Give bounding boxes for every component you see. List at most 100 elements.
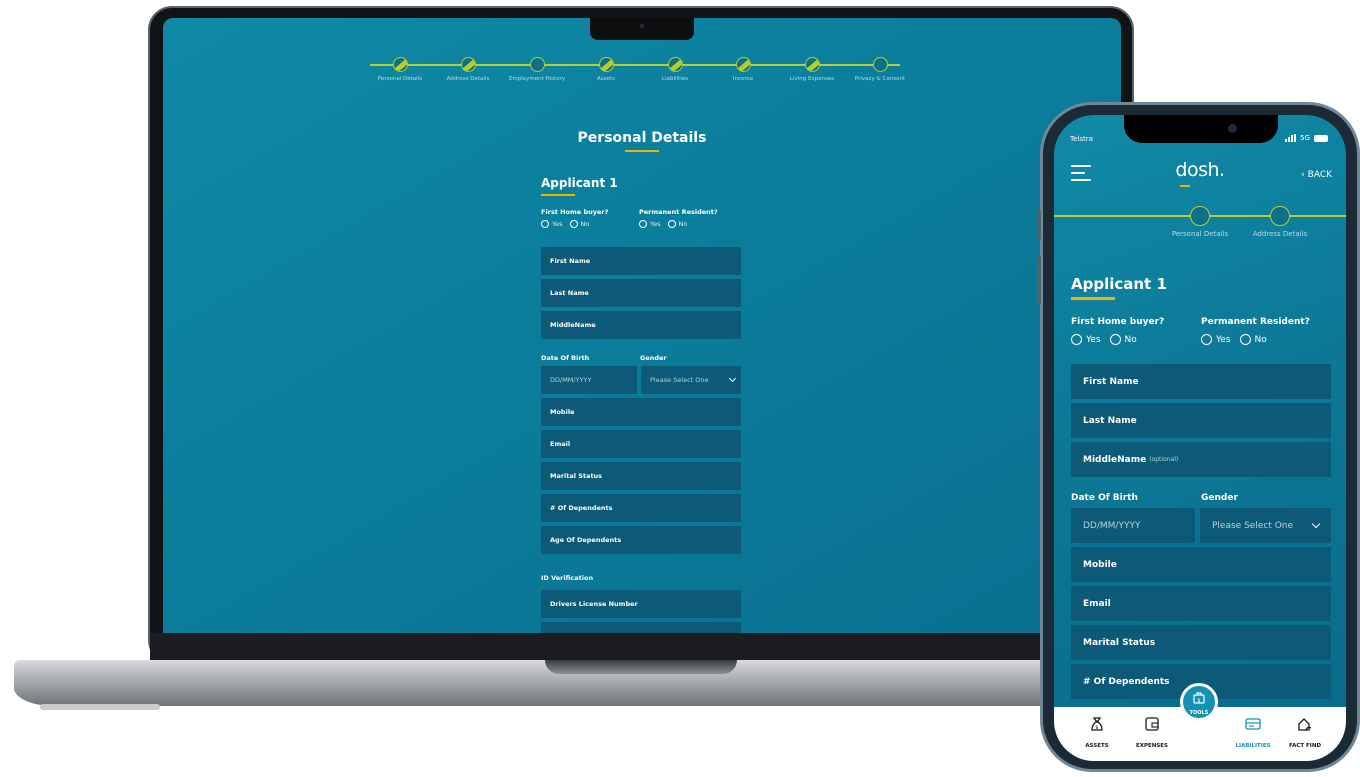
step-employment-history[interactable]: Employment History: [507, 57, 567, 83]
step-address-details[interactable]: Address Details: [438, 57, 498, 83]
title-underline: [625, 150, 659, 152]
radio-yes[interactable]: [541, 220, 549, 228]
laptop-notch: [590, 18, 694, 40]
dob-field[interactable]: DD/MM/YYYY: [1071, 508, 1195, 543]
personal-details-form: Applicant 1 First Home buyer? Yes No Per…: [541, 176, 741, 633]
first-name-field[interactable]: First Name: [541, 247, 741, 275]
progress-stepper: Personal Details Address Details Employm…: [370, 57, 905, 114]
permanent-resident-question: Permanent Resident? Yes No: [639, 208, 737, 228]
drivers-license-field[interactable]: Drivers License Number: [541, 590, 741, 618]
email-field[interactable]: Email: [541, 430, 741, 458]
last-name-field[interactable]: Last Name: [541, 279, 741, 307]
card-icon: [1245, 718, 1261, 730]
chevron-down-icon: [728, 374, 737, 383]
phone-screen: Telstra 5G dosh. ‹ BACK Personal Details…: [1054, 115, 1346, 761]
radio-no[interactable]: [569, 220, 578, 228]
step-assets[interactable]: Assets: [576, 57, 636, 83]
tab-liabilities[interactable]: LIABILITIES: [1223, 715, 1283, 749]
dob-label: Date Of Birth: [1071, 493, 1138, 503]
middle-name-field[interactable]: MiddleName (optional): [1071, 442, 1331, 477]
marital-status-field[interactable]: Marital Status: [1071, 625, 1331, 660]
battery-icon: [1314, 134, 1328, 142]
marital-status-field[interactable]: Marital Status: [541, 462, 741, 490]
applicant-heading: Applicant 1: [541, 176, 618, 190]
permanent-resident-options: Yes No: [1201, 334, 1267, 345]
step-living-expenses[interactable]: Living Expenses: [782, 57, 842, 83]
optional-hint: (optional): [1149, 456, 1179, 463]
network-type: 5G: [1300, 134, 1310, 142]
step-complete-icon: [460, 57, 476, 72]
tab-fact-find[interactable]: FACT FIND: [1275, 715, 1335, 749]
back-button[interactable]: ‹ BACK: [1301, 170, 1332, 180]
page-title: Personal Details: [577, 130, 707, 146]
dynamic-island: [1124, 115, 1278, 143]
carrier-name: Telstra: [1070, 135, 1093, 143]
svg-text:$: $: [1095, 725, 1098, 731]
camera-icon: [640, 24, 644, 28]
dob-label: Date Of Birth: [541, 354, 590, 362]
gender-label: Gender: [1201, 493, 1238, 503]
id-verification-heading: ID Verification: [541, 574, 594, 582]
radio-yes[interactable]: [639, 220, 647, 228]
step-pending-icon: [1270, 206, 1290, 226]
device-mockup-scene: Personal Details Address Details Employm…: [0, 0, 1360, 777]
first-name-field[interactable]: First Name: [1071, 364, 1331, 399]
laptop-screen: Personal Details Address Details Employm…: [163, 18, 1121, 633]
step-pending-icon: [872, 57, 888, 72]
step-personal-details[interactable]: Personal Details: [1165, 206, 1235, 239]
applicant-underline: [1071, 297, 1115, 300]
radio-yes[interactable]: [1201, 334, 1212, 345]
applicant-underline: [541, 194, 575, 196]
step-employment-history[interactable]: Em: [1324, 206, 1346, 239]
applicant-heading: Applicant 1: [1071, 275, 1167, 293]
status-icons: 5G: [1285, 134, 1328, 142]
phone-side-button: [1037, 210, 1041, 240]
laptop-opening-lip: [545, 660, 737, 674]
radio-no[interactable]: [1239, 334, 1251, 345]
money-bag-icon: $: [1091, 717, 1103, 731]
step-income[interactable]: Income: [713, 57, 773, 83]
step-privacy-consent[interactable]: Privacy & Consent: [850, 57, 910, 83]
radio-no[interactable]: [667, 220, 676, 228]
radio-yes[interactable]: [1071, 334, 1082, 345]
camera-icon: [1228, 124, 1237, 133]
tab-expenses[interactable]: EXPENSES: [1122, 715, 1182, 749]
chevron-down-icon: [1311, 519, 1321, 529]
mobile-field[interactable]: Mobile: [541, 398, 741, 426]
dob-field[interactable]: DD/MM/YYYY: [541, 366, 637, 394]
step-personal-details[interactable]: Personal Details: [370, 57, 430, 83]
svg-text:$: $: [1197, 698, 1200, 704]
radio-no[interactable]: [1109, 334, 1121, 345]
toolbox-icon: $: [1193, 692, 1205, 704]
gender-select[interactable]: Please Select One: [1200, 508, 1331, 543]
step-address-details[interactable]: Address Details: [1245, 206, 1315, 239]
tools-button[interactable]: $ TOOLS: [1180, 683, 1218, 721]
signal-icon: [1285, 134, 1297, 142]
step-pending-icon: [529, 57, 545, 72]
middle-name-field[interactable]: MiddleName: [541, 311, 741, 339]
email-field[interactable]: Email: [1071, 586, 1331, 621]
mobile-field[interactable]: Mobile: [1071, 547, 1331, 582]
logo-underline: [1180, 185, 1190, 187]
step-complete-icon: [667, 57, 683, 72]
wallet-icon: [1145, 717, 1159, 731]
house-hand-icon: [1298, 718, 1312, 731]
permanent-resident-options: Yes No: [639, 220, 737, 228]
last-name-field[interactable]: Last Name: [1071, 403, 1331, 438]
tab-assets[interactable]: $ ASSETS: [1067, 715, 1127, 749]
age-of-dependents-field[interactable]: Age Of Dependents: [541, 526, 741, 554]
step-complete-icon: [392, 57, 408, 72]
first-home-buyer-question: First Home buyer? Yes No: [541, 208, 639, 228]
step-liabilities[interactable]: Liabilities: [645, 57, 705, 83]
laptop-chin: [150, 633, 1132, 661]
step-pending-icon: [1190, 206, 1210, 226]
gender-select[interactable]: Please Select One: [641, 366, 741, 394]
next-field[interactable]: [541, 622, 741, 633]
phone-side-button: [1037, 255, 1041, 305]
first-home-buyer-options: Yes No: [541, 220, 639, 228]
first-home-buyer-question: First Home buyer?: [1071, 317, 1165, 327]
step-complete-icon: [735, 57, 751, 72]
permanent-resident-question: Permanent Resident?: [1201, 317, 1310, 327]
first-home-buyer-options: Yes No: [1071, 334, 1137, 345]
dependents-field[interactable]: # Of Dependents: [541, 494, 741, 522]
